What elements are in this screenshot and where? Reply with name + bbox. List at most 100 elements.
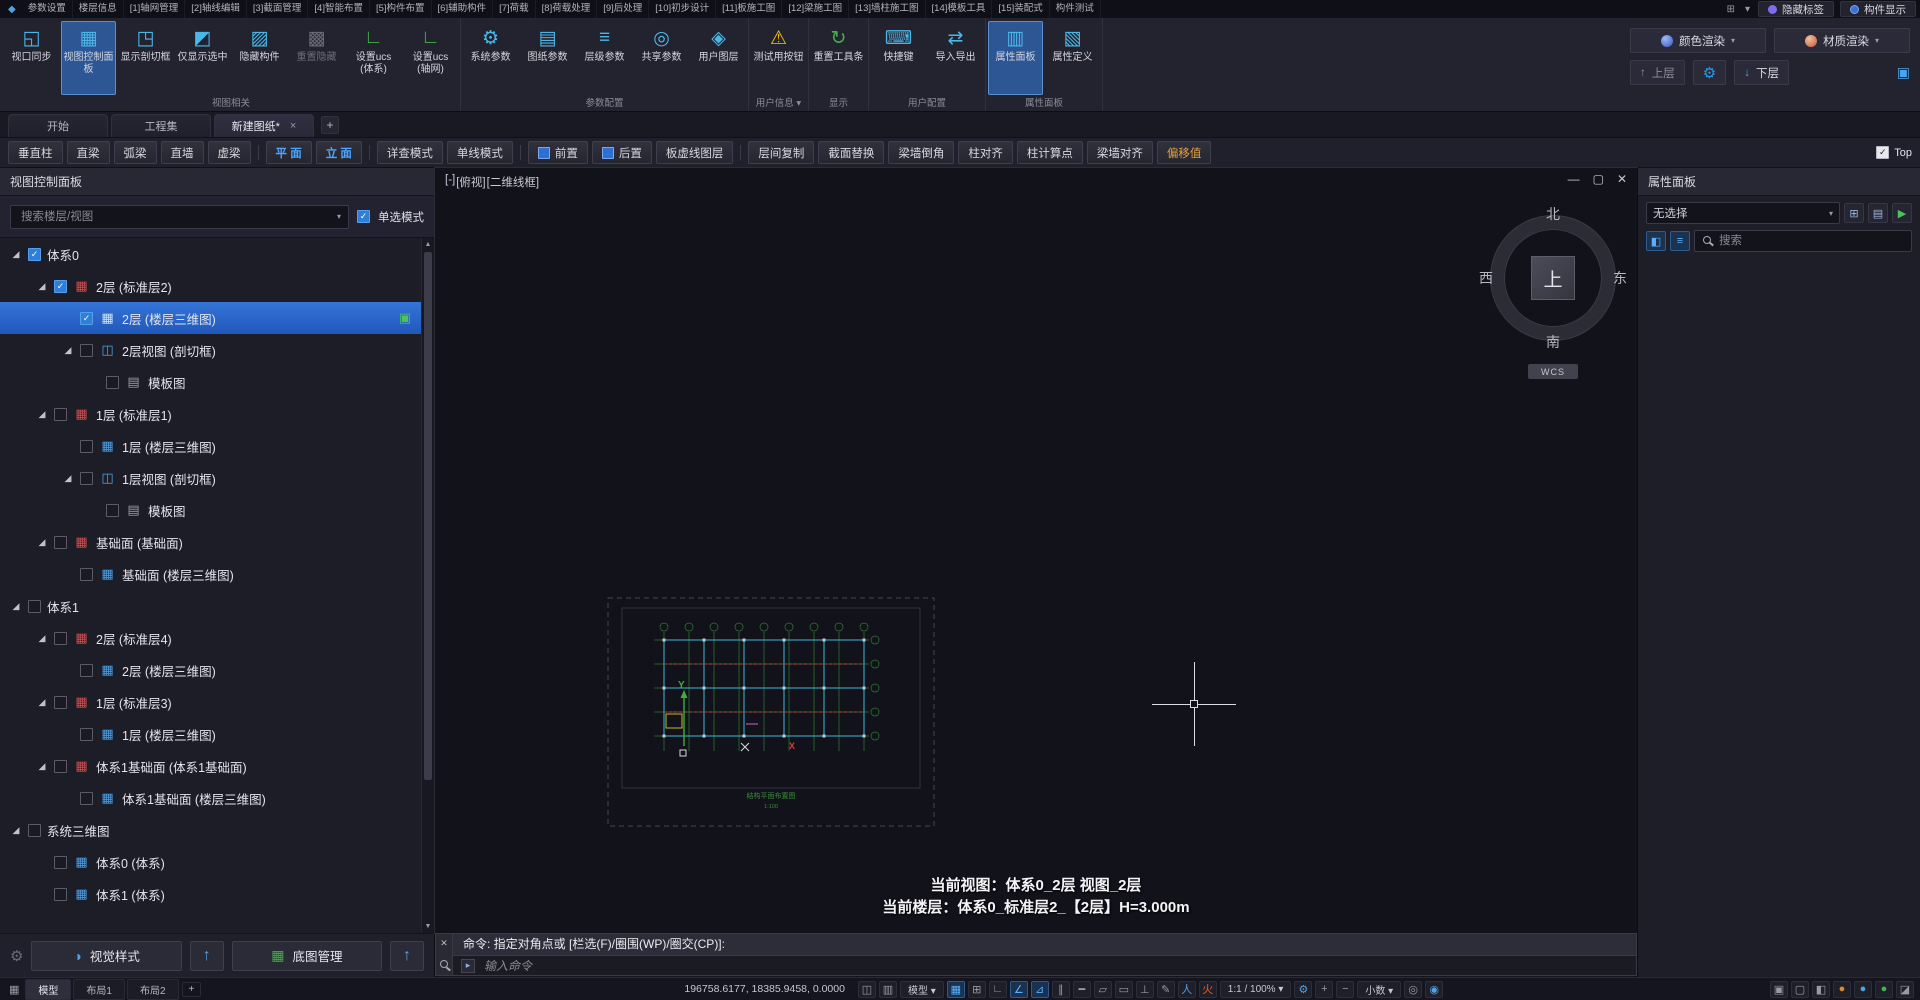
sheet-params-button[interactable]: ▤图纸参数: [520, 21, 575, 95]
viewport-sync-button[interactable]: ◱视口同步: [4, 21, 59, 95]
tree-node-s1-floor1-std[interactable]: ◢▦1层 (标准层3): [0, 686, 421, 718]
wcs-badge[interactable]: WCS: [1528, 364, 1578, 379]
property-panel-button[interactable]: ▥属性面板: [988, 21, 1043, 95]
column-calc-point-button[interactable]: 柱计算点: [1017, 141, 1083, 164]
tree-checkbox[interactable]: [28, 248, 41, 261]
command-search-icon[interactable]: [440, 960, 448, 968]
tree-node-foundation-3d[interactable]: ◢▦基础面 (楼层三维图): [0, 558, 421, 590]
scroll-up-icon[interactable]: ▲: [422, 238, 434, 251]
list-view-toggle-icon[interactable]: ≡: [1670, 231, 1690, 251]
top-view-checkbox[interactable]: [1876, 146, 1889, 159]
viewport-view-control[interactable]: [俯视]: [456, 174, 485, 190]
section-replace-button[interactable]: 截面替换: [818, 141, 884, 164]
menu-tab[interactable]: [7]荷载: [493, 0, 536, 18]
menu-tab[interactable]: [1]轴网管理: [124, 0, 186, 18]
tree-checkbox[interactable]: [80, 728, 93, 741]
scale-display[interactable]: 1:1 / 100% ▾: [1220, 981, 1292, 998]
layout-grid-icon[interactable]: ▦: [6, 983, 22, 996]
close-icon[interactable]: ✕: [1617, 172, 1627, 186]
selection-filter-dropdown[interactable]: 无选择 ▾: [1646, 202, 1840, 224]
document-tab[interactable]: 工程集: [111, 114, 211, 137]
tree-node-s1-foundation-3d[interactable]: ◢▦体系1基础面 (楼层三维图): [0, 782, 421, 814]
menu-tab[interactable]: [3]截面管理: [247, 0, 309, 18]
document-tab[interactable]: 新建图纸*×: [214, 114, 314, 137]
menu-tab[interactable]: [2]轴线编辑: [185, 0, 247, 18]
tree-node-floor2-3d[interactable]: ◢▦2层 (楼层三维图)▣: [0, 302, 421, 334]
tree-checkbox[interactable]: [80, 568, 93, 581]
search-zoom-icon[interactable]: ◎: [1404, 981, 1422, 998]
panel-tools-icon[interactable]: ⚙: [10, 947, 23, 965]
bring-front-button[interactable]: 前置: [528, 141, 588, 164]
expand-arrow-icon[interactable]: ◢: [36, 633, 48, 644]
new-tab-button[interactable]: +: [321, 116, 339, 134]
compass-up-face[interactable]: 上: [1531, 256, 1575, 300]
menu-tab[interactable]: [4]智能布置: [308, 0, 370, 18]
tree-node-s1-floor1-3d[interactable]: ◢▦1层 (楼层三维图): [0, 718, 421, 750]
menu-tab[interactable]: 楼层信息: [73, 0, 124, 18]
virtual-beam-button[interactable]: 虚梁: [208, 141, 251, 164]
floor-search-input[interactable]: [19, 210, 334, 224]
restore-icon[interactable]: ▢: [1593, 172, 1604, 186]
layer-badge-icon[interactable]: ▣: [399, 310, 411, 326]
apply-play-icon[interactable]: ▶: [1892, 203, 1912, 223]
tray-alert-icon[interactable]: ●: [1833, 981, 1851, 998]
interlayer-copy-button[interactable]: 层间复制: [748, 141, 814, 164]
pin-icon[interactable]: ⊞: [1725, 4, 1737, 15]
component-display-toggle[interactable]: 构件显示: [1840, 1, 1916, 17]
tree-checkbox[interactable]: [106, 504, 119, 517]
layout-tab[interactable]: 模型: [25, 979, 71, 1000]
compass-south[interactable]: 南: [1546, 332, 1560, 352]
floor-search-combo[interactable]: ▾: [10, 205, 349, 229]
tree-checkbox[interactable]: [54, 696, 67, 709]
offset-value-button[interactable]: 偏移值: [1157, 141, 1212, 164]
tree-node-s1-floor2-std[interactable]: ◢▦2层 (标准层4): [0, 622, 421, 654]
tree-node-template[interactable]: ◢▤模板图: [0, 366, 421, 398]
tree-checkbox[interactable]: [80, 792, 93, 805]
tree-checkbox[interactable]: [54, 632, 67, 645]
tree-checkbox[interactable]: [80, 312, 93, 325]
tree-checkbox[interactable]: [54, 280, 67, 293]
command-close-icon[interactable]: ✕: [440, 938, 448, 949]
tree-node-floor1-section[interactable]: ◢◫1层视图 (剖切框): [0, 462, 421, 494]
zoom-out-icon[interactable]: −: [1336, 981, 1354, 998]
tab-close-icon[interactable]: ×: [290, 120, 296, 132]
single-line-mode-button[interactable]: 单线模式: [447, 141, 513, 164]
expand-arrow-icon[interactable]: ◢: [36, 697, 48, 708]
straight-beam-button[interactable]: 直梁: [67, 141, 110, 164]
viewport-visual-style-control[interactable]: [二维线框]: [487, 174, 539, 190]
tree-checkbox[interactable]: [54, 536, 67, 549]
single-select-checkbox[interactable]: [357, 210, 370, 223]
menu-tab[interactable]: 参数设置: [22, 0, 73, 18]
ortho-mode-icon[interactable]: ∟: [989, 981, 1007, 998]
tree-scrollbar[interactable]: ▲ ▼: [421, 238, 434, 933]
tree-node-floor1-3d[interactable]: ◢▦1层 (楼层三维图): [0, 430, 421, 462]
floor-plan-drawing[interactable]: Y X 结构平面布置图 1:100: [606, 596, 936, 828]
column-align-button[interactable]: 柱对齐: [958, 141, 1013, 164]
material-render-button[interactable]: 材质渲染 ▾: [1774, 28, 1910, 53]
tree-node-template[interactable]: ◢▤模板图: [0, 494, 421, 526]
reset-toolbar-button[interactable]: ↻重置工具条: [811, 21, 866, 95]
visual-style-button[interactable]: ◑ 视觉样式: [31, 941, 181, 971]
view-control-panel-button[interactable]: ▦视图控制面板: [61, 21, 116, 95]
hide-labels-toggle[interactable]: 隐藏标签: [1758, 1, 1834, 17]
shared-params-button[interactable]: ◎共享参数: [634, 21, 689, 95]
set-ucs-system-button[interactable]: ∟设置ucs (体系): [346, 21, 401, 95]
layer-settings-button[interactable]: ⚙: [1693, 60, 1726, 85]
tree-checkbox[interactable]: [54, 888, 67, 901]
menu-tab[interactable]: [10]初步设计: [649, 0, 716, 18]
drawing-canvas[interactable]: [-] [俯视] [二维线框] — ▢ ✕ 北 南 西 东 上 WCS: [435, 168, 1637, 933]
category-view-toggle-icon[interactable]: ◧: [1646, 231, 1666, 251]
snap-mode-icon[interactable]: ⊞: [968, 981, 986, 998]
compass-north[interactable]: 北: [1546, 204, 1560, 224]
system-params-button[interactable]: ⚙系统参数: [463, 21, 518, 95]
tree-node-system0-3d[interactable]: ◢▦体系0 (体系): [0, 846, 421, 878]
show-selected-only-button[interactable]: ◩仅显示选中: [175, 21, 230, 95]
tree-checkbox[interactable]: [80, 440, 93, 453]
shortcut-keys-button[interactable]: ⌨快捷键: [871, 21, 926, 95]
precision-toggle[interactable]: 小数 ▾: [1357, 981, 1401, 998]
expand-arrow-icon[interactable]: ◢: [10, 249, 22, 260]
tree-node-s1-floor2-3d[interactable]: ◢▦2层 (楼层三维图): [0, 654, 421, 686]
vertical-column-button[interactable]: 垂直柱: [8, 141, 63, 164]
view-compass[interactable]: 北 南 西 东 上: [1477, 202, 1629, 354]
annotation-monitor-icon[interactable]: ▥: [879, 981, 897, 998]
